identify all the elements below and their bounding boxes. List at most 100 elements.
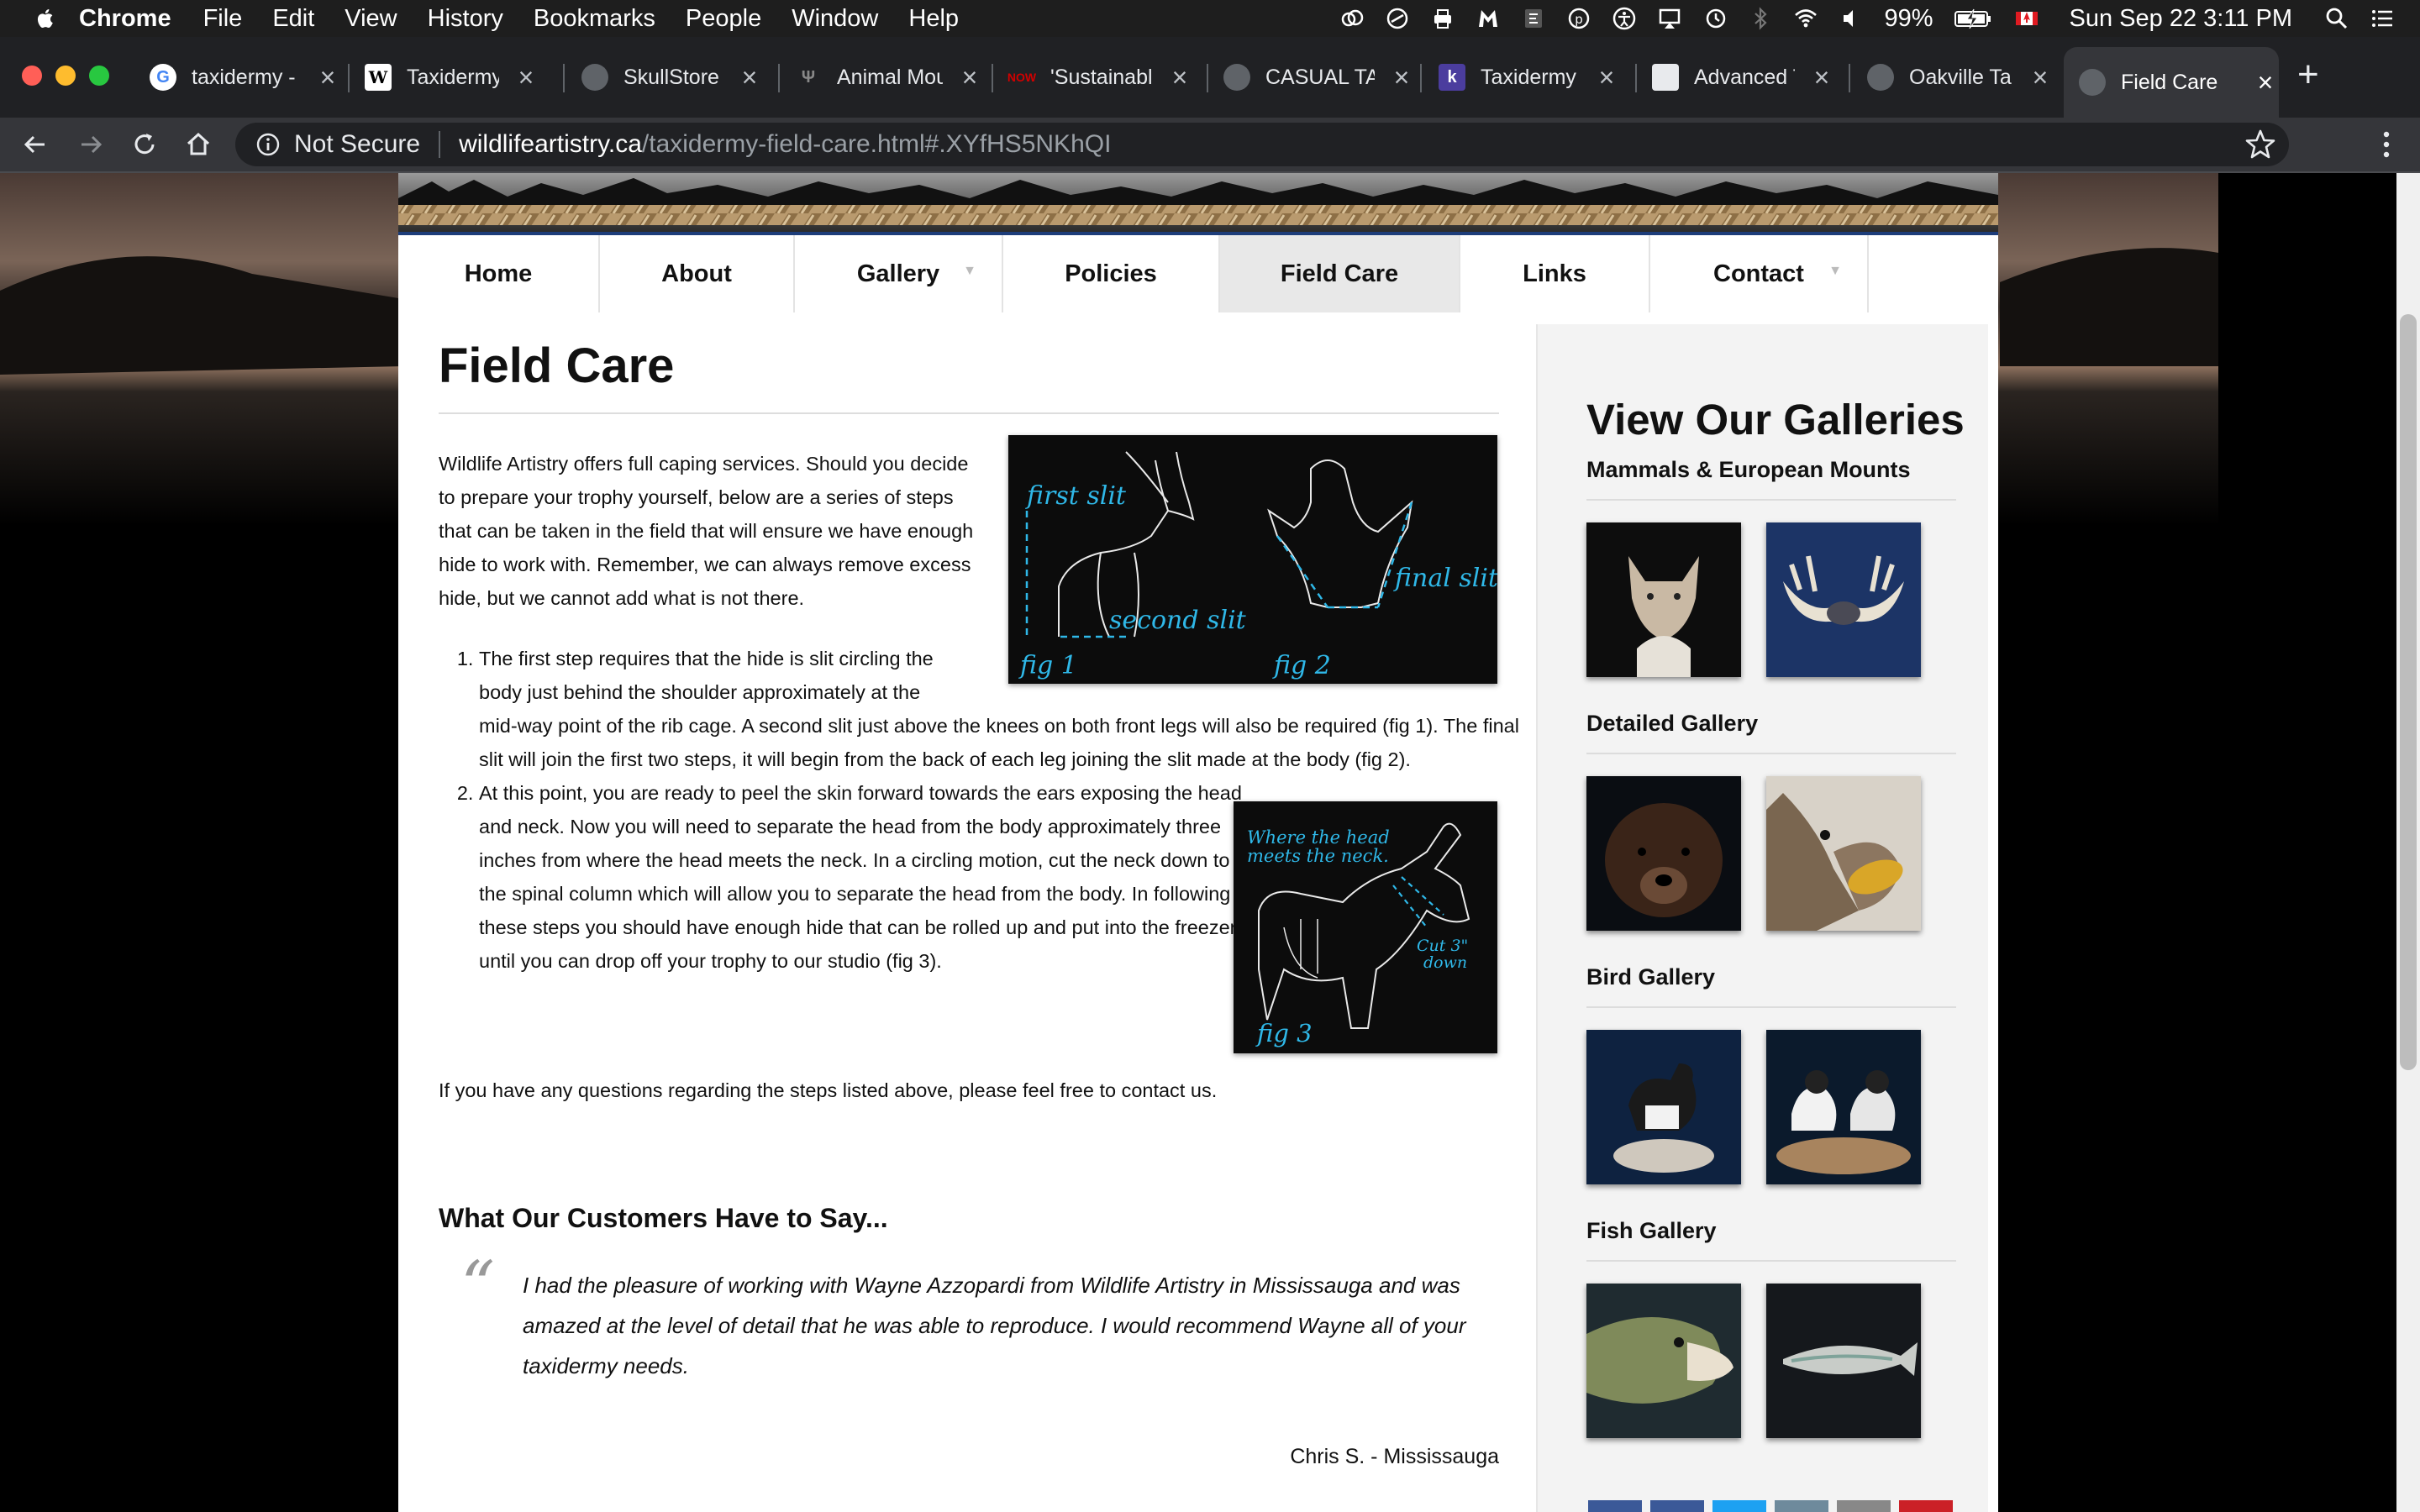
close-tab-icon[interactable]: ×: [2255, 67, 2275, 98]
menu-view[interactable]: View: [345, 5, 397, 33]
gallery-heading-fish[interactable]: Fish Gallery: [1586, 1218, 1717, 1244]
nav-contact[interactable]: Contact ▼: [1650, 235, 1869, 312]
bluetooth-icon[interactable]: [1748, 6, 1773, 31]
tab-taxidermy-google[interactable]: G taxidermy - ×: [150, 57, 338, 97]
minimize-window-button[interactable]: [55, 66, 76, 86]
forward-button[interactable]: [72, 126, 109, 163]
gallery-thumb-moose-antlers[interactable]: [1766, 522, 1921, 677]
facebook-share-button[interactable]: [1588, 1500, 1642, 1512]
url-path[interactable]: /taxidermy-field-care.html#.XYfHS5NKhQI: [642, 130, 1112, 159]
chrome-menu-icon[interactable]: [2370, 126, 2403, 163]
nav-about[interactable]: About: [600, 235, 795, 312]
nav-field-care[interactable]: Field Care: [1220, 235, 1460, 312]
apple-menu-icon[interactable]: [35, 7, 54, 30]
menu-people[interactable]: People: [686, 5, 761, 33]
close-tab-icon[interactable]: ×: [1812, 62, 1832, 93]
battery-percent[interactable]: 99%: [1884, 5, 1933, 33]
close-tab-icon[interactable]: ×: [318, 62, 338, 93]
dropdown-caret-icon: ▼: [1828, 264, 1842, 278]
gallery-thumb-ducks-pair[interactable]: [1766, 1030, 1921, 1184]
clock[interactable]: Sun Sep 22 3:11 PM: [2070, 5, 2292, 33]
twitter-share-button[interactable]: [1712, 1500, 1766, 1512]
gallery-heading-detailed[interactable]: Detailed Gallery: [1586, 711, 1758, 737]
url-domain[interactable]: wildlifeartistry.ca: [459, 130, 642, 159]
menu-bookmarks[interactable]: Bookmarks: [534, 5, 655, 33]
tab-skullstore[interactable]: SkullStore | ×: [581, 57, 760, 97]
pinterest-share-button[interactable]: [1899, 1500, 1953, 1512]
accessibility-icon[interactable]: [1612, 6, 1637, 31]
tab-casual-taxidermy[interactable]: CASUAL TA ×: [1223, 57, 1412, 97]
close-tab-icon[interactable]: ×: [1597, 62, 1617, 93]
tab-separator: [1420, 64, 1422, 92]
gallery-thumb-bass[interactable]: [1586, 1284, 1741, 1438]
gallery-thumb-coyote[interactable]: [1586, 522, 1741, 677]
not-secure-label[interactable]: Not Secure: [294, 130, 420, 159]
nav-links[interactable]: Links: [1460, 235, 1650, 312]
now-icon: NOW: [1007, 71, 1037, 84]
address-bar[interactable]: Not Secure wildlifeartistry.ca/taxidermy…: [235, 123, 2289, 166]
spotlight-search-icon[interactable]: [2324, 6, 2349, 31]
close-tab-icon[interactable]: ×: [739, 62, 760, 93]
nav-about-label: About: [661, 260, 732, 287]
coin-icon[interactable]: p: [1566, 6, 1591, 31]
wikipedia-icon: W: [365, 64, 392, 91]
close-window-button[interactable]: [22, 66, 42, 86]
reload-button[interactable]: [126, 126, 163, 163]
printer-icon[interactable]: [1430, 6, 1455, 31]
tab-animal-mounts[interactable]: Ψ Animal Mou ×: [795, 57, 980, 97]
nav-policies[interactable]: Policies: [1003, 235, 1220, 312]
creative-cloud-icon[interactable]: [1339, 6, 1365, 31]
time-machine-icon[interactable]: [1702, 6, 1728, 31]
svg-text:p: p: [1576, 12, 1584, 27]
gallery-thumb-trout[interactable]: [1766, 1284, 1921, 1438]
gallery-thumb-bufflehead[interactable]: [1586, 1030, 1741, 1184]
sync-icon[interactable]: [1385, 6, 1410, 31]
info-icon[interactable]: [255, 132, 281, 157]
close-tab-icon[interactable]: ×: [960, 62, 980, 93]
close-tab-icon[interactable]: ×: [1392, 62, 1412, 93]
back-button[interactable]: [17, 126, 54, 163]
bookmark-star-icon[interactable]: [2244, 128, 2277, 161]
volume-icon[interactable]: [1839, 6, 1864, 31]
wifi-icon[interactable]: [1793, 6, 1818, 31]
new-tab-button[interactable]: +: [2297, 54, 2319, 96]
header-banner-rope-image: [398, 173, 1998, 232]
menu-history[interactable]: History: [428, 5, 503, 33]
gallery-heading-mammals[interactable]: Mammals & European Mounts: [1586, 457, 1911, 483]
menu-help[interactable]: Help: [908, 5, 959, 33]
canada-flag-icon[interactable]: [2014, 6, 2039, 31]
gallery-thumb-deer-corn[interactable]: [1766, 776, 1921, 931]
close-tab-icon[interactable]: ×: [516, 62, 536, 93]
quote-mark-icon: “: [460, 1247, 495, 1325]
email-share-button[interactable]: [1775, 1500, 1828, 1512]
menu-edit[interactable]: Edit: [272, 5, 314, 33]
fig3-label-fig3: fig 3: [1255, 1019, 1313, 1047]
close-tab-icon[interactable]: ×: [2030, 62, 2050, 93]
tab-title: Field Care: [2121, 70, 2218, 94]
close-tab-icon[interactable]: ×: [1170, 62, 1190, 93]
airplay-icon[interactable]: [1657, 6, 1682, 31]
malwarebytes-icon[interactable]: [1476, 6, 1501, 31]
menu-window[interactable]: Window: [792, 5, 878, 33]
print-share-button[interactable]: [1837, 1500, 1891, 1512]
page-scrollbar-thumb[interactable]: [2400, 314, 2417, 1070]
home-button[interactable]: [180, 126, 217, 163]
facebook-like-button[interactable]: [1650, 1500, 1704, 1512]
gallery-heading-bird[interactable]: Bird Gallery: [1586, 964, 1715, 990]
menu-app-name[interactable]: Chrome: [79, 5, 171, 33]
zoom-window-button[interactable]: [89, 66, 109, 86]
tab-field-care-active[interactable]: Field Care ×: [2064, 47, 2279, 118]
notification-center-icon[interactable]: [2370, 6, 2395, 31]
google-icon: G: [150, 64, 176, 91]
nav-home[interactable]: Home: [398, 235, 600, 312]
menu-file[interactable]: File: [203, 5, 243, 33]
nav-gallery[interactable]: Gallery ▼: [795, 235, 1003, 312]
battery-charging-icon[interactable]: [1954, 6, 1994, 31]
tab-sustainable[interactable]: NOW 'Sustainabl ×: [1007, 57, 1190, 97]
tab-advanced-taxidermy[interactable]: Advanced T ×: [1652, 57, 1832, 97]
gallery-thumb-bear[interactable]: [1586, 776, 1741, 931]
tab-taxidermy-wikipedia[interactable]: W Taxidermy - ×: [365, 57, 536, 97]
tab-taxidermy-k[interactable]: k Taxidermy - ×: [1439, 57, 1617, 97]
text-editor-icon[interactable]: [1521, 6, 1546, 31]
tab-oakville-taxidermy[interactable]: Oakville Ta ×: [1867, 57, 2050, 97]
